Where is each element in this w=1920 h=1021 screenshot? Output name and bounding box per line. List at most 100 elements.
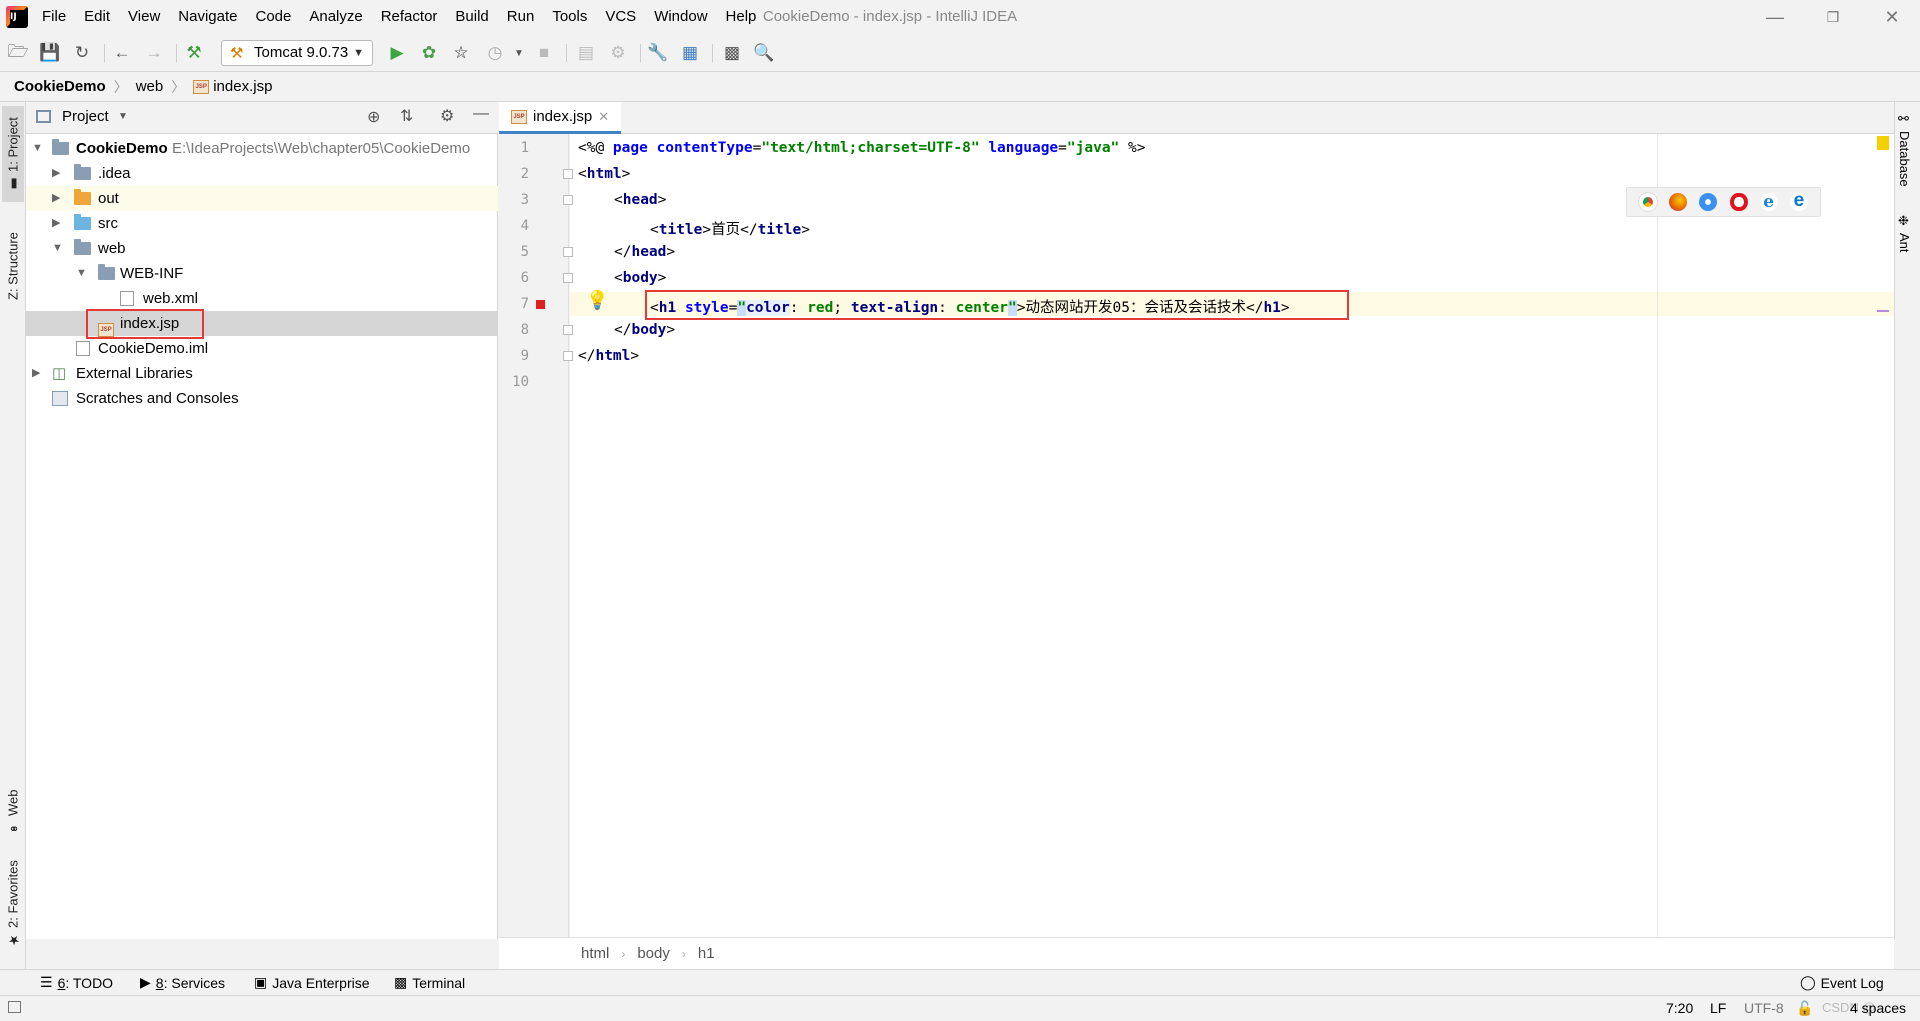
- search-icon[interactable]: 🔍: [752, 41, 776, 65]
- save-icon[interactable]: 💾: [38, 41, 62, 65]
- menu-item-window[interactable]: Window: [654, 8, 707, 25]
- tool-tab-java-enterprise[interactable]: ▣ Java Enterprise: [254, 974, 370, 991]
- indent-setting[interactable]: 4 spaces: [1850, 1000, 1906, 1016]
- menu-item-run[interactable]: Run: [507, 8, 535, 25]
- line-number: 1: [520, 140, 529, 156]
- minimize-icon[interactable]: —: [1763, 6, 1787, 28]
- tree-node-out[interactable]: ▶ out: [26, 186, 498, 211]
- chevron-down-icon[interactable]: ▼: [118, 111, 128, 122]
- menu-item-refactor[interactable]: Refactor: [381, 8, 438, 25]
- back-icon[interactable]: ←: [110, 41, 134, 65]
- tool-tab-favorites[interactable]: ★ 2: Favorites: [2, 854, 24, 954]
- build-hammer-icon[interactable]: ⚒: [182, 41, 206, 65]
- terminal-window-icon[interactable]: ▩: [720, 41, 744, 65]
- tree-node-external-libraries-label: External Libraries: [76, 365, 193, 382]
- line-separator[interactable]: LF: [1710, 1000, 1726, 1016]
- menu-item-build[interactable]: Build: [455, 8, 488, 25]
- close-icon[interactable]: ✕: [1880, 6, 1904, 28]
- run-configuration-select[interactable]: ⚒ Tomcat 9.0.73 ▼: [221, 40, 373, 66]
- project-structure-icon[interactable]: ▦: [678, 41, 702, 65]
- navigation-bar: CookieDemo 〉 web 〉 JSP index.jsp: [0, 72, 1920, 102]
- menu-item-edit[interactable]: Edit: [84, 8, 110, 25]
- project-view-select[interactable]: Project: [62, 108, 109, 125]
- sync-icon[interactable]: ↻: [70, 41, 94, 65]
- coverage-icon[interactable]: ⛦: [449, 41, 473, 65]
- tool-tab-todo[interactable]: ☰ 6: TODO: [40, 974, 113, 991]
- debug-icon[interactable]: ✿: [417, 41, 441, 65]
- error-stripe-marker[interactable]: [1877, 310, 1889, 312]
- tree-node-external-libraries[interactable]: ▶ ◫ External Libraries: [26, 361, 498, 386]
- attach-debugger-icon[interactable]: ▤: [574, 41, 598, 65]
- update-app-icon[interactable]: ⚙: [606, 41, 630, 65]
- tool-tab-ant[interactable]: ❉ Ant: [1897, 214, 1912, 253]
- chevron-down-icon: ▼: [52, 242, 63, 254]
- restore-icon[interactable]: ❐: [1821, 6, 1845, 28]
- tab-index-jsp[interactable]: JSP index.jsp ✕: [499, 102, 621, 134]
- tool-tab-terminal[interactable]: ▩ Terminal: [394, 974, 465, 991]
- menu-item-file[interactable]: File: [42, 8, 66, 25]
- tree-node-scratches[interactable]: Scratches and Consoles: [26, 386, 498, 411]
- inspection-warning-icon[interactable]: [1877, 136, 1889, 150]
- tree-node-root[interactable]: ▼ CookieDemo E:\IdeaProjects\Web\chapter…: [26, 136, 498, 161]
- tree-node-webxml[interactable]: web.xml: [26, 286, 498, 311]
- menu-item-help[interactable]: Help: [726, 8, 757, 25]
- firefox-icon[interactable]: [1669, 193, 1688, 211]
- web-folder-icon: [74, 239, 91, 255]
- menu-item-tools[interactable]: Tools: [552, 8, 587, 25]
- tool-tab-web[interactable]: ⚭ Web: [2, 782, 24, 842]
- breadcrumb-body[interactable]: body: [637, 945, 670, 962]
- jsp-file-icon: JSP: [193, 79, 210, 94]
- forward-icon[interactable]: →: [142, 41, 166, 65]
- toggle-tool-windows-icon[interactable]: [8, 1001, 21, 1013]
- breadcrumb-h1[interactable]: h1: [698, 945, 715, 962]
- tool-tab-project[interactable]: ▮ 1: Project: [2, 106, 24, 202]
- opera-icon[interactable]: [1729, 193, 1748, 211]
- menu-item-view[interactable]: View: [128, 8, 160, 25]
- tree-node-iml-label: CookieDemo.iml: [98, 340, 209, 357]
- nav-crumb-file[interactable]: index.jsp: [213, 78, 272, 95]
- chrome-icon[interactable]: [1638, 192, 1659, 212]
- tool-tab-structure[interactable]: Z: Structure: [2, 216, 24, 316]
- project-panel-header: Project ▼ ⊕ ⇅ ⚙ —: [26, 102, 498, 134]
- caret-position[interactable]: 7:20: [1666, 1000, 1693, 1016]
- edge-icon[interactable]: e: [1789, 191, 1808, 211]
- run-icon[interactable]: ▶: [385, 41, 409, 65]
- breakpoint-icon[interactable]: [536, 300, 545, 309]
- jsp-file-icon: JSP: [511, 109, 527, 124]
- nav-crumb-web[interactable]: web: [136, 78, 164, 95]
- lock-icon[interactable]: 🔓: [1796, 1000, 1813, 1017]
- tool-tab-event-log[interactable]: ◯ Event Log: [1800, 974, 1884, 991]
- close-tab-icon[interactable]: ✕: [598, 109, 609, 125]
- tree-node-idea[interactable]: ▶ .idea: [26, 161, 498, 186]
- tree-node-src[interactable]: ▶ src: [26, 211, 498, 236]
- file-encoding[interactable]: UTF-8: [1744, 1000, 1784, 1016]
- menu-item-analyze[interactable]: Analyze: [309, 8, 362, 25]
- tool-tab-services[interactable]: ▶ 8: Services: [140, 974, 225, 991]
- menu-item-code[interactable]: Code: [255, 8, 291, 25]
- menu-item-navigate[interactable]: Navigate: [178, 8, 237, 25]
- status-bar: 7:20 LF UTF-8 🔓 CSDN @... 4 spaces: [0, 995, 1920, 1021]
- settings-wrench-icon[interactable]: 🔧: [646, 41, 670, 65]
- tree-node-webinf-label: WEB-INF: [120, 265, 184, 282]
- tree-node-iml[interactable]: CookieDemo.iml: [26, 336, 498, 361]
- editor-tab-bar: JSP index.jsp ✕: [499, 102, 1894, 134]
- profile-dropdown-icon[interactable]: ▼: [507, 41, 531, 65]
- menu-item-vcs[interactable]: VCS: [605, 8, 636, 25]
- hide-panel-icon[interactable]: —: [473, 105, 489, 123]
- internet-explorer-icon[interactable]: e: [1759, 193, 1778, 211]
- locate-file-icon[interactable]: ⊕: [367, 107, 380, 127]
- open-folder-icon[interactable]: 🗁: [6, 41, 30, 65]
- stop-icon[interactable]: ■: [532, 41, 556, 65]
- list-icon: ☰: [40, 974, 53, 990]
- tool-tab-database[interactable]: ⚯ Database: [1897, 112, 1912, 187]
- tree-node-web[interactable]: ▼ web: [26, 236, 498, 261]
- breadcrumb-html[interactable]: html: [581, 945, 609, 962]
- tree-node-webinf[interactable]: ▼ WEB-INF: [26, 261, 498, 286]
- nav-crumb-project[interactable]: CookieDemo: [14, 78, 106, 95]
- gear-icon[interactable]: ⚙: [440, 106, 454, 126]
- tab-index-jsp-label: index.jsp: [533, 108, 593, 125]
- bottom-tool-tabs: ☰ 6: TODO ▶ 8: Services ▣ Java Enterprise ▩…: [0, 969, 1920, 995]
- safari-icon[interactable]: [1699, 193, 1718, 211]
- profile-icon[interactable]: ◷: [483, 41, 507, 65]
- collapse-all-icon[interactable]: ⇅: [400, 106, 413, 126]
